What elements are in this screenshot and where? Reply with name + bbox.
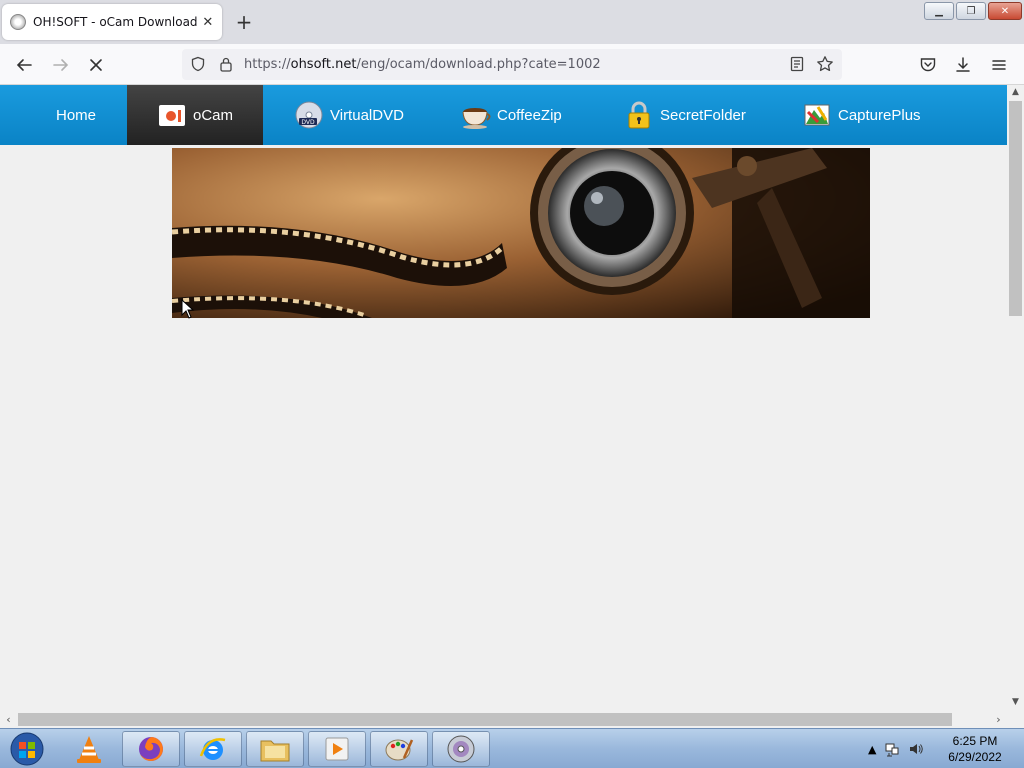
clock-time: 6:25 PM: [952, 734, 998, 748]
forward-button[interactable]: [48, 52, 74, 78]
stop-loading-icon: [90, 59, 102, 71]
nav-secretfolder[interactable]: SecretFolder: [624, 85, 746, 145]
banner-image: [172, 148, 870, 318]
nav-captureplus-label: CapturePlus: [838, 106, 921, 124]
taskbar-media-player[interactable]: [308, 731, 366, 767]
taskbar-paint[interactable]: [370, 731, 428, 767]
start-button[interactable]: [4, 730, 50, 768]
window-controls: ▁ ❐ ✕: [924, 2, 1022, 20]
padlock-icon: [628, 101, 650, 129]
navigation-toolbar: https://ohsoft.net/eng/ocam/download.php…: [0, 44, 1024, 85]
start-orb-icon: [10, 732, 44, 766]
address-bar[interactable]: https://ohsoft.net/eng/ocam/download.php…: [182, 49, 842, 80]
taskbar-clock[interactable]: 6:25 PM 6/29/2022: [940, 733, 1010, 765]
svg-text:DVD: DVD: [301, 119, 315, 126]
nav-captureplus[interactable]: CapturePlus: [802, 85, 921, 145]
firefox-icon: [139, 737, 163, 761]
url-host: ohsoft.net: [290, 57, 357, 72]
mouse-cursor-icon: [181, 299, 195, 319]
coffee-cup-icon: [462, 108, 491, 129]
horizontal-scroll-thumb[interactable]: [18, 713, 952, 726]
minimize-button[interactable]: ▁: [924, 2, 954, 20]
network-icon[interactable]: [884, 741, 900, 757]
tab-strip: OH!SOFT - oCam Download ✕ + ▁ ❐ ✕: [0, 0, 1024, 44]
nav-coffeezip[interactable]: CoffeeZip: [461, 85, 562, 145]
system-tray: ▲: [868, 729, 924, 768]
capture-plus-icon: [804, 104, 830, 126]
nav-secretfolder-label: SecretFolder: [660, 106, 746, 124]
reader-view-icon[interactable]: [787, 54, 807, 74]
vertical-scroll-thumb[interactable]: [1009, 101, 1022, 316]
scrollbar-corner: [1007, 711, 1024, 728]
url-text[interactable]: https://ohsoft.net/eng/ocam/download.php…: [244, 57, 601, 72]
shield-icon[interactable]: [188, 54, 208, 74]
scroll-right-icon[interactable]: ›: [990, 711, 1007, 728]
scroll-up-icon[interactable]: ▲: [1007, 85, 1024, 99]
scroll-down-icon[interactable]: ▼: [1007, 695, 1024, 709]
windows-taskbar: ▲ 6:25 PM 6/29/2022: [0, 728, 1024, 768]
downloads-button[interactable]: [950, 52, 976, 78]
taskbar-file-explorer[interactable]: [246, 731, 304, 767]
new-tab-button[interactable]: +: [232, 10, 256, 34]
vertical-scrollbar[interactable]: ▲ ▼: [1007, 85, 1024, 711]
back-button[interactable]: [11, 52, 37, 78]
taskbar-internet-explorer[interactable]: [184, 731, 242, 767]
stop-loading-button[interactable]: [83, 52, 109, 78]
nav-virtualdvd[interactable]: DVD VirtualDVD: [294, 85, 404, 145]
pocket-icon: [920, 58, 936, 72]
bookmark-star-icon[interactable]: [815, 54, 835, 74]
menu-icon: [992, 60, 1006, 70]
taskbar-firefox[interactable]: [122, 731, 180, 767]
file-explorer-icon: [260, 740, 290, 762]
volume-icon[interactable]: [908, 741, 924, 757]
show-hidden-icons-icon[interactable]: ▲: [868, 743, 876, 756]
url-scheme: https://: [244, 57, 291, 72]
clock-date: 6/29/2022: [948, 750, 1002, 764]
internet-explorer-icon: [199, 738, 226, 760]
browser-tab[interactable]: OH!SOFT - oCam Download ✕: [2, 4, 222, 40]
lock-icon[interactable]: [216, 54, 236, 74]
downloads-icon: [956, 57, 970, 72]
dvd-icon: DVD: [295, 101, 323, 129]
close-window-button[interactable]: ✕: [988, 2, 1022, 20]
ocam-icon: [159, 105, 185, 126]
nav-home[interactable]: Home: [56, 85, 96, 145]
url-path: /eng/ocam/download.php?cate=1002: [356, 57, 601, 72]
taskbar-dvd[interactable]: [432, 731, 490, 767]
site-navigation: Home oCam DVD VirtualDVD CoffeeZip Secre…: [0, 85, 1007, 145]
media-player-icon: [325, 737, 349, 761]
page-viewport: Home oCam DVD VirtualDVD CoffeeZip Secre…: [0, 85, 1007, 711]
horizontal-scrollbar[interactable]: ‹ ›: [0, 711, 1007, 728]
tab-close-icon[interactable]: ✕: [198, 11, 218, 33]
restore-button[interactable]: ❐: [956, 2, 986, 20]
dvd-disc-icon: [447, 735, 475, 763]
vintage-camera-banner: [172, 148, 870, 318]
forward-icon: [53, 59, 69, 71]
paint-icon: [385, 739, 414, 761]
tab-title: OH!SOFT - oCam Download: [33, 15, 198, 29]
pocket-button[interactable]: [915, 52, 941, 78]
nav-ocam-label: oCam: [193, 106, 234, 124]
taskbar-vlc[interactable]: [60, 731, 118, 767]
nav-ocam[interactable]: oCam: [127, 85, 263, 145]
scroll-left-icon[interactable]: ‹: [0, 711, 17, 728]
nav-home-label: Home: [56, 106, 97, 124]
vlc-icon: [77, 736, 101, 763]
back-icon: [16, 59, 32, 71]
menu-button[interactable]: [986, 52, 1012, 78]
nav-coffeezip-label: CoffeeZip: [497, 106, 562, 124]
site-favicon-icon: [10, 14, 26, 30]
nav-virtualdvd-label: VirtualDVD: [330, 106, 404, 124]
